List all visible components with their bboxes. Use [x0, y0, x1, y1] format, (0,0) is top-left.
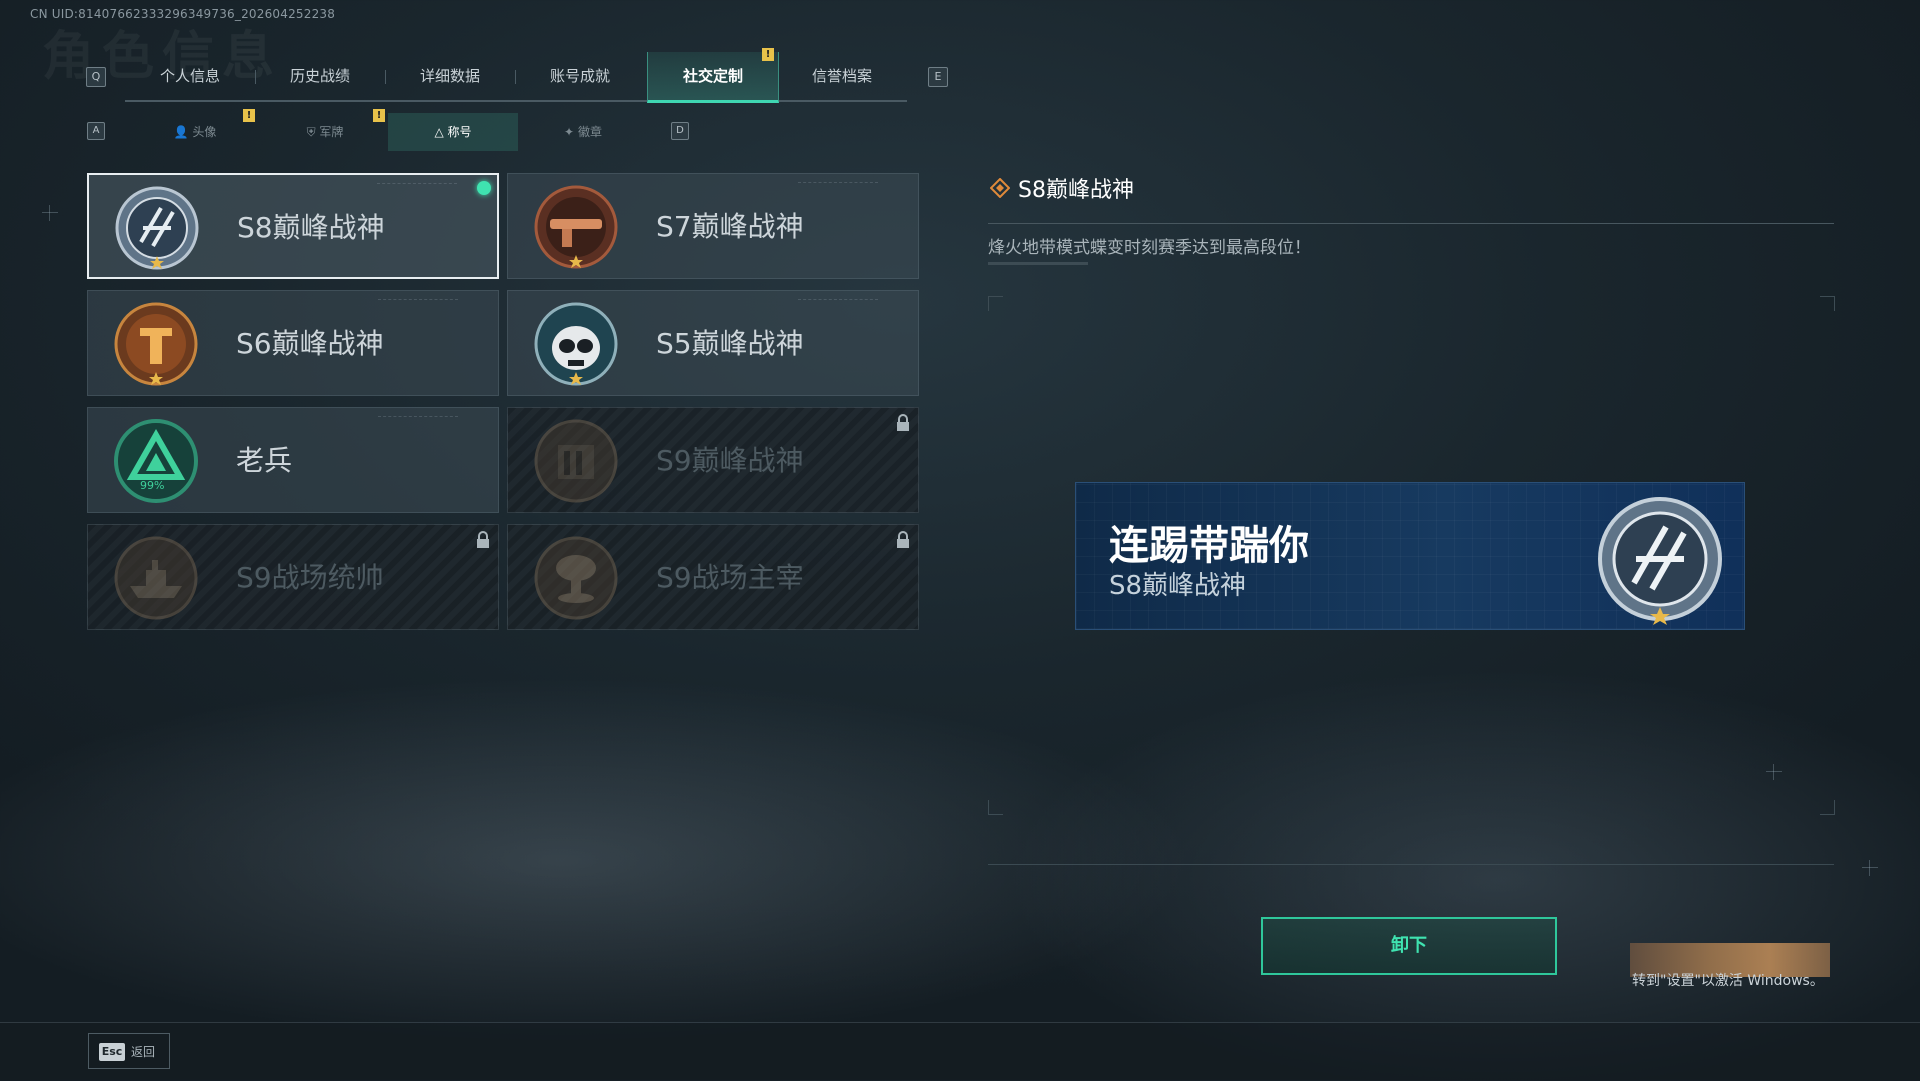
s9-emblem-icon	[534, 419, 618, 503]
title-card-s9-commander[interactable]: S9战场统帅	[87, 524, 499, 630]
next-subtab-key[interactable]: D	[671, 122, 689, 140]
tab-social-custom[interactable]: 社交定制	[647, 52, 779, 103]
tab-personal-info[interactable]: 个人信息	[125, 52, 255, 100]
card-decoration	[798, 299, 878, 302]
title-card-s9-peak[interactable]: S9巅峰战神	[507, 407, 919, 513]
diamond-icon	[990, 178, 1010, 198]
title-card-s8[interactable]: S8巅峰战神	[87, 173, 499, 279]
title-label: S9战场统帅	[236, 561, 384, 594]
back-button[interactable]: Esc 返回	[88, 1033, 170, 1069]
lock-icon	[897, 531, 909, 548]
subtab-label: 称号	[447, 125, 472, 139]
s8-emblem-icon	[115, 186, 199, 270]
subtab-label: 军牌	[319, 125, 344, 139]
title-card-s9-dominator[interactable]: S9战场主宰	[507, 524, 919, 630]
frame-corner	[1820, 296, 1835, 311]
lock-icon	[477, 531, 489, 548]
preview-title: S8巅峰战神	[1109, 571, 1247, 601]
card-decoration	[377, 183, 457, 186]
title-card-s5[interactable]: S5巅峰战神	[507, 290, 919, 396]
ship-emblem-icon	[114, 536, 198, 620]
triangle-icon: △	[434, 125, 444, 139]
title-preview-banner: 连踢带踹你 S8巅峰战神	[1075, 482, 1745, 630]
tab-credit-record[interactable]: 信誉档案	[777, 52, 907, 100]
subtab-dogtag[interactable]: ⛨ 军牌	[260, 113, 390, 151]
title-label: 老兵	[236, 444, 293, 477]
title-card-s6[interactable]: S6巅峰战神	[87, 290, 499, 396]
divider	[988, 223, 1834, 224]
windows-activation-notice: 转到"设置"以激活 Windows。	[1632, 973, 1824, 989]
subtab-label: 头像	[192, 125, 217, 139]
sub-tab-bar: 👤 头像 ⛨ 军牌 △ 称号 ✦ 徽章	[130, 113, 650, 151]
s8-emblem-icon	[1598, 497, 1722, 625]
mushroom-cloud-emblem-icon	[534, 536, 618, 620]
subtab-label: 徽章	[577, 125, 602, 139]
subtab-badge[interactable]: ✦ 徽章	[518, 113, 648, 151]
prev-subtab-key[interactable]: A	[87, 122, 105, 140]
top-tab-bar: 个人信息 历史战绩 详细数据 账号成就 社交定制 信誉档案	[125, 52, 907, 103]
prev-tab-key[interactable]: Q	[86, 67, 106, 87]
subtab-avatar[interactable]: 👤 头像	[130, 113, 260, 151]
title-label: S9巅峰战神	[656, 444, 804, 477]
person-icon: 👤	[173, 125, 189, 139]
crosshair-decoration	[1862, 860, 1878, 876]
title-label: S9战场主宰	[656, 561, 804, 594]
notice-badge: !	[243, 109, 255, 122]
title-card-veteran[interactable]: 99% 老兵	[87, 407, 499, 513]
frame-corner	[988, 800, 1003, 815]
dogtag-icon: ⛨	[306, 125, 316, 139]
back-label: 返回	[131, 1045, 156, 1059]
subtab-title[interactable]: △ 称号	[388, 113, 518, 151]
title-card-s7[interactable]: S7巅峰战神	[507, 173, 919, 279]
badge-icon: ✦	[564, 125, 575, 139]
s6-emblem-icon	[114, 302, 198, 386]
crosshair-decoration	[1766, 764, 1782, 780]
title-label: S8巅峰战神	[237, 211, 385, 244]
esc-key: Esc	[99, 1043, 125, 1061]
notice-badge: !	[373, 109, 385, 122]
title-label: S5巅峰战神	[656, 327, 804, 360]
next-tab-key[interactable]: E	[928, 67, 948, 87]
s5-emblem-icon	[534, 302, 618, 386]
frame-corner	[988, 296, 1003, 311]
tab-achievements[interactable]: 账号成就	[515, 52, 645, 100]
detail-description: 烽火地带模式蝶变时刻赛季达到最高段位！	[988, 238, 1311, 258]
frame-corner	[1820, 800, 1835, 815]
card-decoration	[378, 299, 458, 302]
s7-emblem-icon	[534, 185, 618, 269]
description-underline	[988, 262, 1088, 265]
title-label: S7巅峰战神	[656, 210, 804, 243]
title-label: S6巅峰战神	[236, 327, 384, 360]
equipped-indicator	[477, 181, 491, 195]
footer-bar	[0, 1022, 1920, 1081]
card-decoration	[378, 416, 458, 419]
unequip-button[interactable]: 卸下	[1261, 917, 1557, 975]
detail-title: S8巅峰战神	[1018, 178, 1134, 203]
divider	[988, 864, 1834, 865]
tab-detailed-stats[interactable]: 详细数据	[385, 52, 515, 100]
lock-icon	[897, 414, 909, 431]
preview-player-name: 连踢带踹你	[1109, 523, 1309, 569]
card-decoration	[798, 182, 878, 185]
veteran-progress: 99%	[140, 479, 165, 492]
tab-match-history[interactable]: 历史战绩	[255, 52, 385, 100]
notice-badge: !	[762, 48, 774, 61]
crosshair-decoration	[42, 205, 58, 221]
